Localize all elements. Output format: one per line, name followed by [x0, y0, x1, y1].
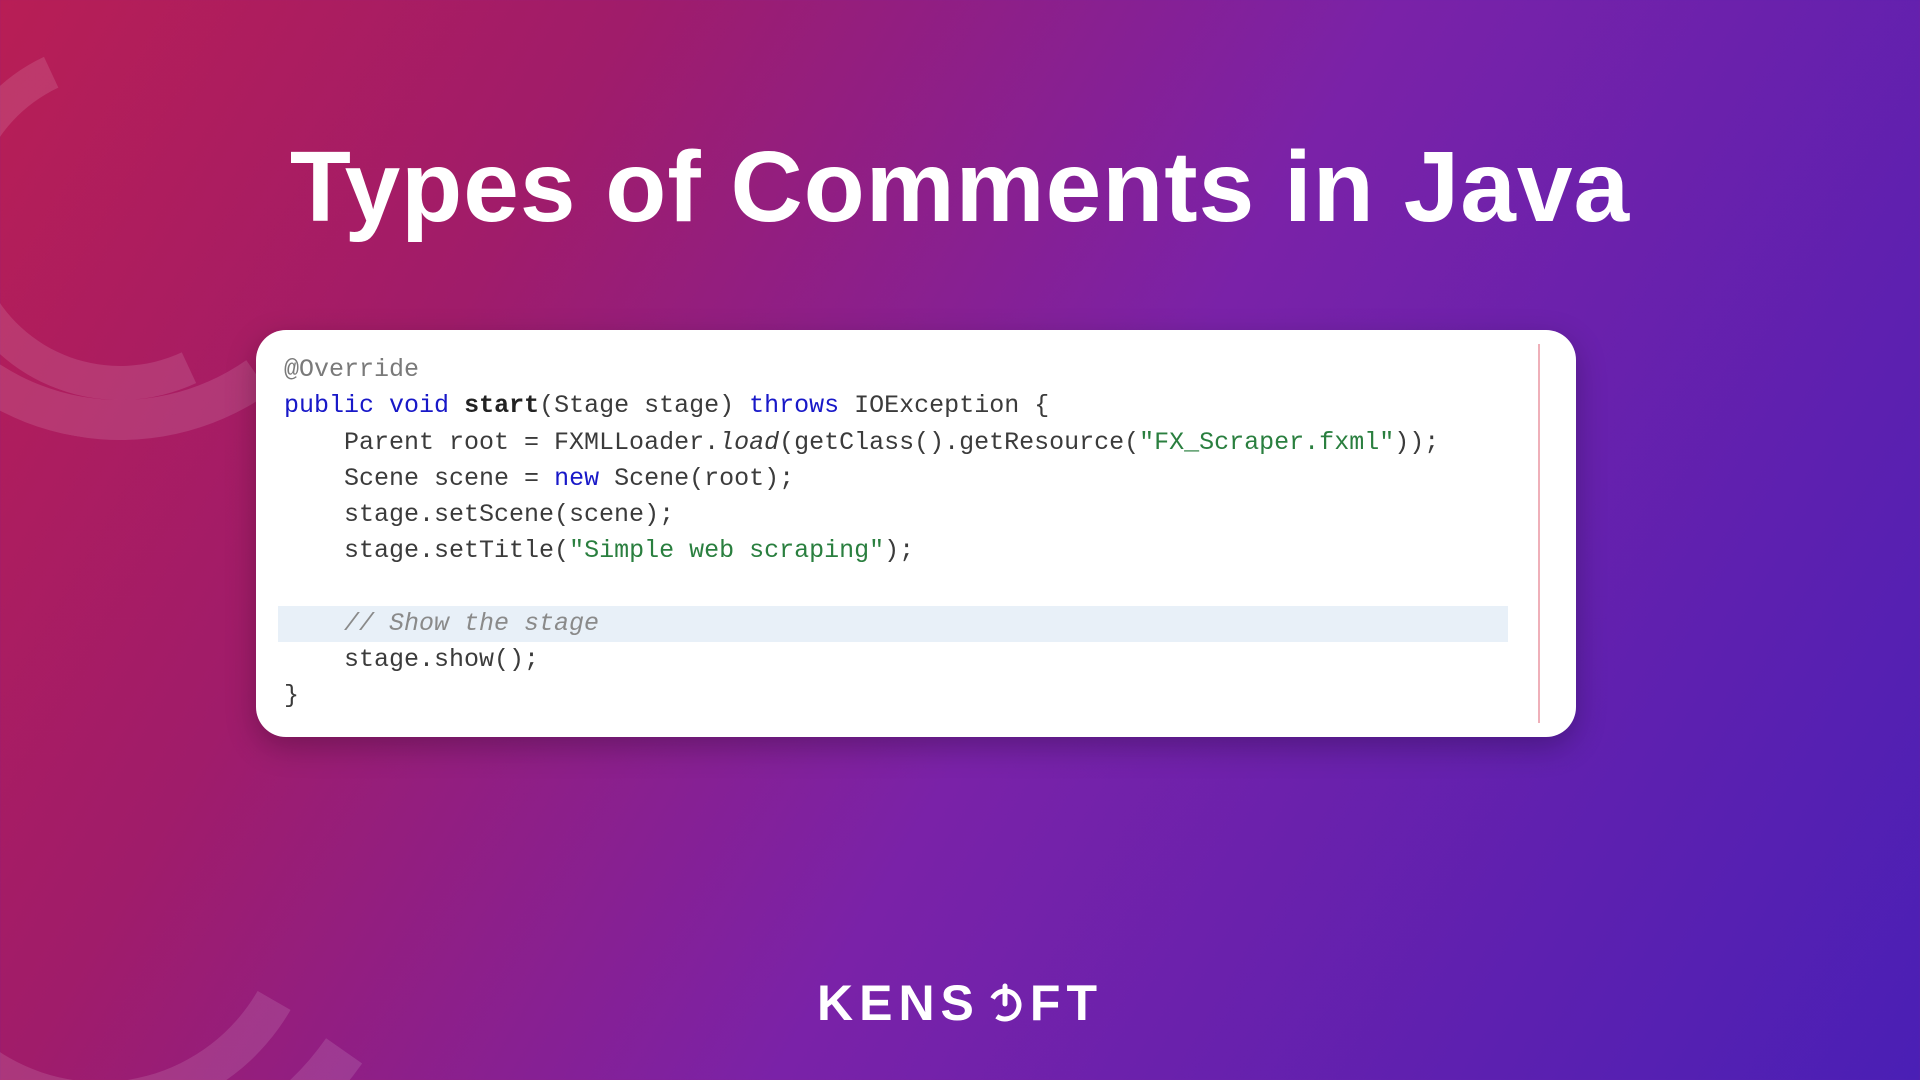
code-text: } — [284, 681, 299, 710]
slide-title: Types of Comments in Java — [0, 130, 1920, 245]
brand-text-pre: KENS — [817, 975, 980, 1031]
code-card: @Override public void start(Stage stage)… — [256, 330, 1576, 737]
code-text: Parent root = FXMLLoader. — [344, 428, 719, 457]
code-text: )); — [1394, 428, 1439, 457]
code-method-name: start — [464, 391, 539, 420]
code-text: stage.setTitle( — [344, 536, 569, 565]
code-text: Scene scene = — [344, 464, 554, 493]
code-text: stage.setScene(scene); — [344, 500, 674, 529]
code-string: "Simple web scraping" — [569, 536, 884, 565]
brand-logo: KENS FT — [0, 974, 1920, 1036]
code-keyword: new — [554, 464, 599, 493]
code-keyword: void — [389, 391, 449, 420]
power-icon — [984, 978, 1026, 1036]
code-text: (Stage stage) — [539, 391, 734, 420]
code-comment: // Show the stage — [344, 609, 599, 638]
brand-text-post: FT — [1030, 975, 1103, 1031]
code-keyword: public — [284, 391, 374, 420]
code-annotation: @Override — [284, 355, 419, 384]
code-keyword: throws — [749, 391, 839, 420]
code-static-call: load — [719, 428, 779, 457]
code-string: "FX_Scraper.fxml" — [1139, 428, 1394, 457]
code-block: @Override public void start(Stage stage)… — [284, 352, 1548, 715]
code-text: Scene(root); — [599, 464, 794, 493]
code-text: (getClass().getResource( — [779, 428, 1139, 457]
code-text: IOException { — [854, 391, 1049, 420]
code-text: stage.show(); — [344, 645, 539, 674]
code-text: ); — [884, 536, 914, 565]
